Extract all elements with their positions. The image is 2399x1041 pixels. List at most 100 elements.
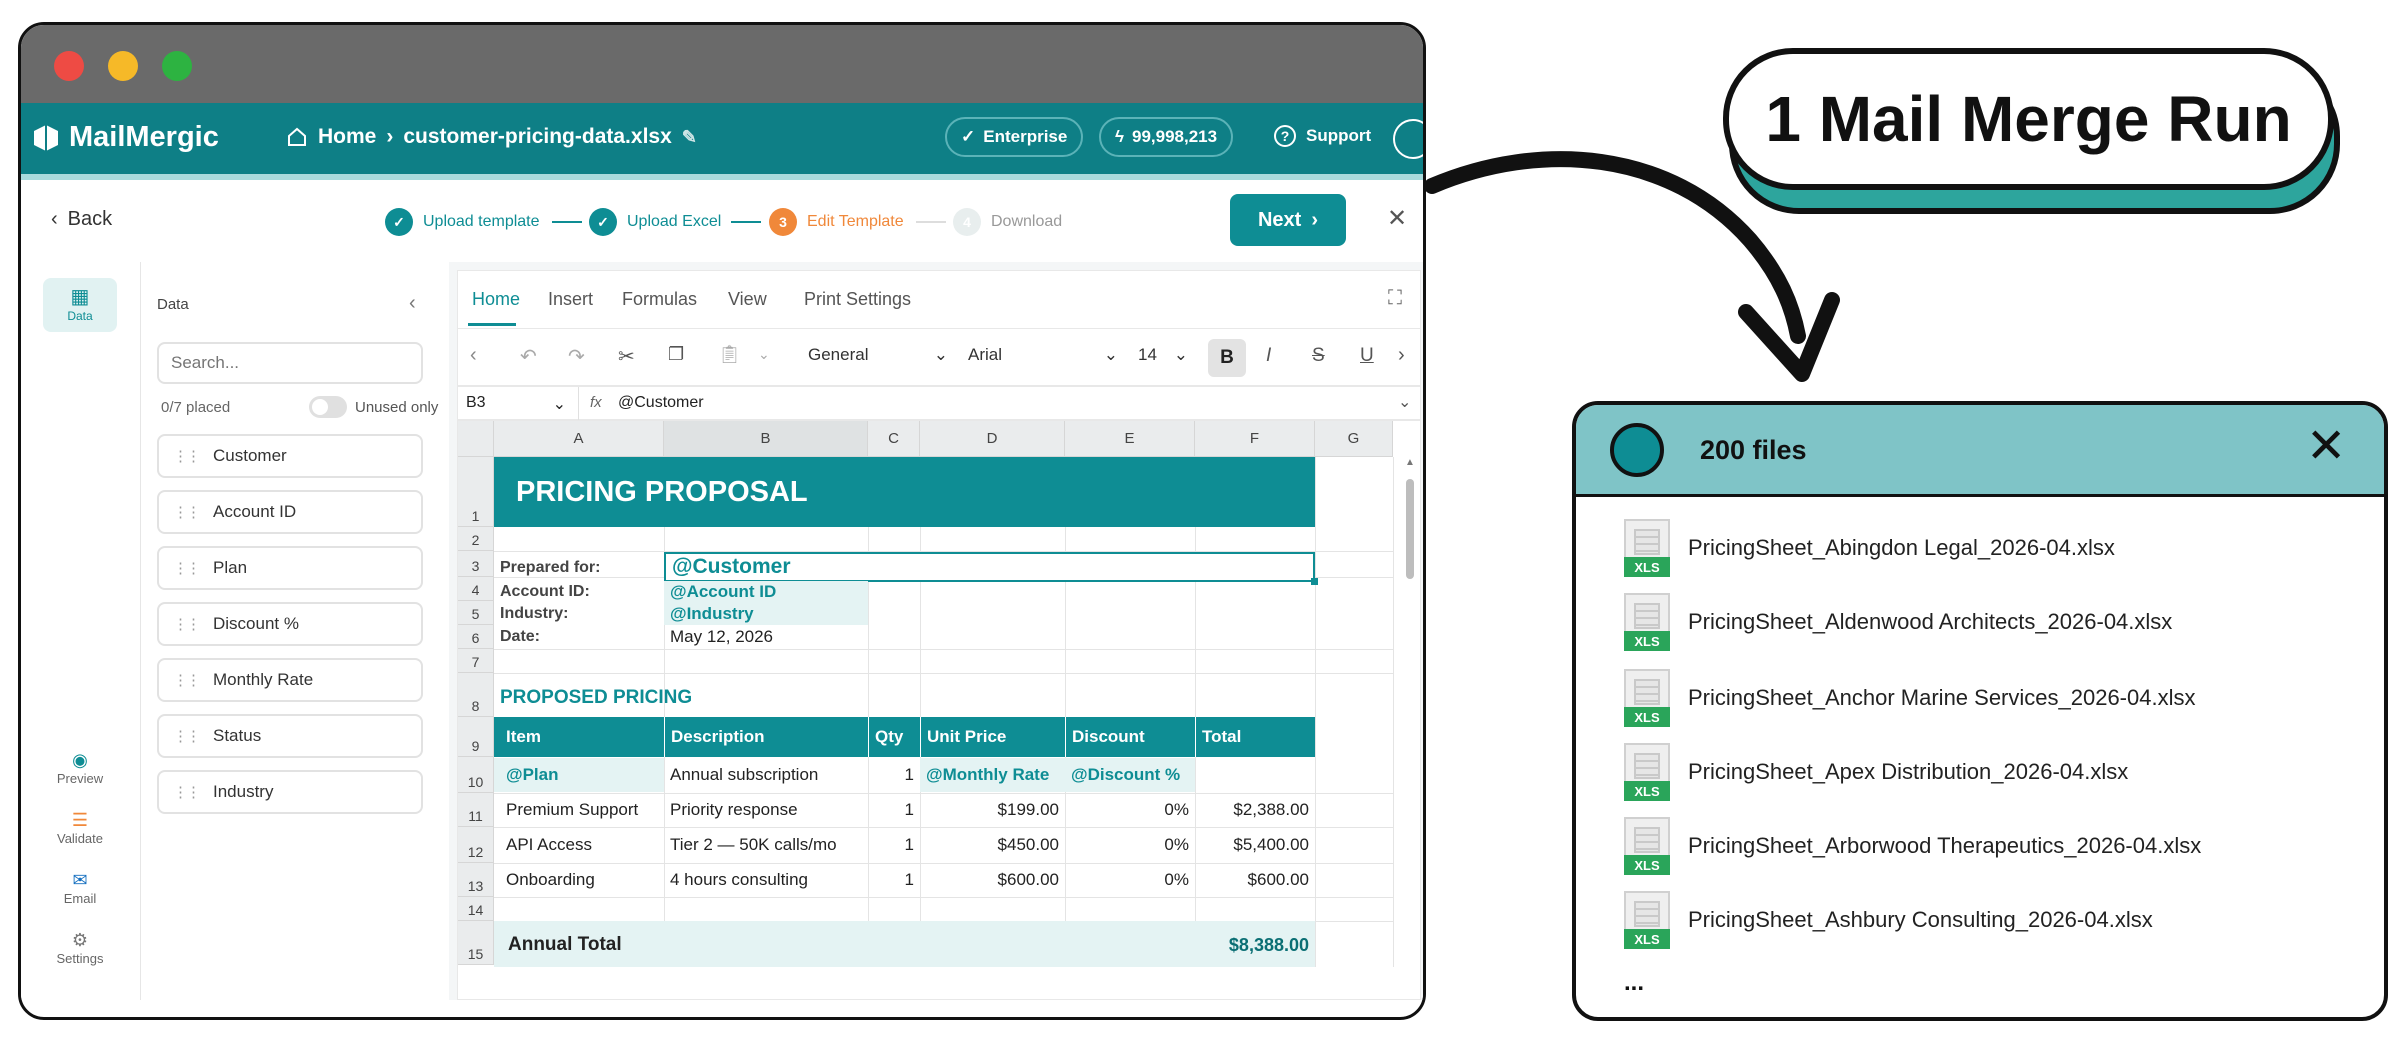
font-size-select[interactable]: 14 ⌄ bbox=[1138, 345, 1188, 365]
column-header[interactable]: B bbox=[664, 421, 868, 457]
field-search-input[interactable] bbox=[157, 342, 423, 384]
table-cell[interactable]: $600.00 bbox=[920, 863, 1065, 897]
step-upload-excel[interactable]: ✓ Upload Excel bbox=[589, 208, 721, 236]
table-cell[interactable]: $5,400.00 bbox=[1195, 828, 1315, 862]
date-value[interactable]: May 12, 2026 bbox=[664, 626, 868, 648]
field-item[interactable]: ⋮⋮ Customer bbox=[157, 434, 423, 478]
table-cell[interactable]: 1 bbox=[868, 758, 920, 792]
strikethrough-button[interactable]: S bbox=[1312, 345, 1325, 367]
account-label[interactable]: Account ID: bbox=[494, 581, 664, 603]
date-label[interactable]: Date: bbox=[494, 626, 664, 648]
cut-icon[interactable]: ✂ bbox=[618, 344, 635, 369]
section-title[interactable]: PROPOSED PRICING bbox=[494, 683, 894, 713]
sheet-grid[interactable]: A B C D E F G 1 2 3 4 5 6 7 8 9 10 11 12… bbox=[457, 420, 1421, 1000]
row-header[interactable]: 10 bbox=[458, 757, 494, 793]
row-header[interactable]: 1 bbox=[458, 457, 494, 527]
drag-handle-icon[interactable]: ⋮⋮ bbox=[173, 727, 201, 745]
copy-icon[interactable]: ❐ bbox=[668, 344, 684, 365]
industry-label[interactable]: Industry: bbox=[494, 603, 664, 625]
breadcrumb-home[interactable]: Home bbox=[318, 125, 376, 149]
tab-home[interactable]: Home bbox=[472, 289, 520, 310]
field-item[interactable]: ⋮⋮ Monthly Rate bbox=[157, 658, 423, 702]
step-edit-template[interactable]: 3 Edit Template bbox=[769, 208, 904, 236]
drag-handle-icon[interactable]: ⋮⋮ bbox=[173, 503, 201, 521]
row-header[interactable]: 5 bbox=[458, 601, 494, 625]
rail-item-preview[interactable]: ◉ Preview bbox=[21, 750, 139, 786]
scroll-left-icon[interactable]: ‹ bbox=[470, 344, 477, 367]
collapse-panel-icon[interactable]: ‹ bbox=[409, 292, 416, 315]
file-item[interactable]: XLS PricingSheet_Arborwood Therapeutics_… bbox=[1624, 817, 2201, 875]
table-cell[interactable]: Annual subscription bbox=[664, 758, 868, 792]
column-header[interactable]: C bbox=[868, 421, 920, 457]
paste-dropdown-icon[interactable]: ⌄ bbox=[758, 346, 770, 363]
table-cell[interactable]: 1 bbox=[868, 793, 920, 827]
selection-handle[interactable] bbox=[1311, 578, 1318, 585]
prepared-for-cell-selected[interactable]: @Customer bbox=[664, 552, 1315, 582]
field-item[interactable]: ⋮⋮ Status bbox=[157, 714, 423, 758]
table-cell[interactable]: 4 hours consulting bbox=[664, 863, 868, 897]
column-header[interactable]: F bbox=[1195, 421, 1315, 457]
table-header[interactable]: Qty bbox=[868, 717, 920, 757]
rail-item-email[interactable]: ✉ Email bbox=[21, 870, 139, 906]
next-button[interactable]: Next › bbox=[1230, 194, 1346, 246]
plan-badge[interactable]: ✓ Enterprise bbox=[945, 117, 1084, 157]
drag-handle-icon[interactable]: ⋮⋮ bbox=[173, 559, 201, 577]
drag-handle-icon[interactable]: ⋮⋮ bbox=[173, 783, 201, 801]
sheet-title[interactable]: PRICING PROPOSAL bbox=[494, 457, 1315, 527]
cell-reference[interactable]: B3 ⌄ bbox=[466, 394, 566, 414]
table-cell[interactable]: @Plan bbox=[494, 758, 664, 792]
bold-button[interactable]: B bbox=[1208, 339, 1246, 377]
table-cell[interactable]: 1 bbox=[868, 828, 920, 862]
row-header[interactable]: 2 bbox=[458, 527, 494, 551]
annual-total-value[interactable]: $8,388.00 bbox=[1195, 925, 1315, 965]
row-header[interactable]: 7 bbox=[458, 649, 494, 673]
table-cell[interactable]: @Monthly Rate bbox=[920, 758, 1065, 792]
table-header[interactable]: Discount bbox=[1065, 717, 1195, 757]
annual-total-label[interactable]: Annual Total bbox=[494, 925, 894, 965]
column-header[interactable]: D bbox=[920, 421, 1065, 457]
row-header[interactable]: 8 bbox=[458, 673, 494, 717]
table-header[interactable]: Unit Price bbox=[920, 717, 1065, 757]
expand-formula-icon[interactable]: ⌄ bbox=[1398, 392, 1411, 412]
table-header[interactable]: Total bbox=[1195, 717, 1315, 757]
brand-logo[interactable]: MailMergic bbox=[31, 121, 219, 154]
table-cell[interactable]: Tier 2 — 50K calls/mo bbox=[664, 828, 868, 862]
font-select[interactable]: Arial ⌄ bbox=[968, 345, 1118, 365]
field-item[interactable]: ⋮⋮ Discount % bbox=[157, 602, 423, 646]
credits-badge[interactable]: ϟ 99,998,213 bbox=[1099, 117, 1234, 157]
file-item[interactable]: XLS PricingSheet_Apex Distribution_2026-… bbox=[1624, 743, 2128, 801]
close-icon[interactable]: ✕ bbox=[1387, 204, 1407, 233]
back-button[interactable]: ‹ Back bbox=[51, 208, 112, 231]
unused-only-toggle[interactable] bbox=[309, 396, 347, 418]
undo-icon[interactable]: ↶ bbox=[520, 344, 537, 369]
file-item[interactable]: XLS PricingSheet_Abingdon Legal_2026-04.… bbox=[1624, 519, 2115, 577]
table-cell[interactable]: $199.00 bbox=[920, 793, 1065, 827]
edit-pencil-icon[interactable]: ✎ bbox=[682, 127, 697, 148]
table-cell[interactable]: Priority response bbox=[664, 793, 868, 827]
table-header[interactable]: Description bbox=[664, 717, 868, 757]
tab-insert[interactable]: Insert bbox=[548, 289, 593, 310]
row-header[interactable]: 11 bbox=[458, 793, 494, 827]
drag-handle-icon[interactable]: ⋮⋮ bbox=[173, 671, 201, 689]
formula-input[interactable]: @Customer bbox=[618, 394, 704, 412]
step-upload-template[interactable]: ✓ Upload template bbox=[385, 208, 540, 236]
table-cell[interactable]: API Access bbox=[494, 828, 664, 862]
column-header[interactable]: G bbox=[1315, 421, 1393, 457]
row-header[interactable]: 3 bbox=[458, 551, 494, 577]
select-all-corner[interactable] bbox=[458, 421, 494, 457]
table-header[interactable]: Item bbox=[494, 717, 664, 757]
step-download[interactable]: 4 Download bbox=[953, 208, 1062, 236]
close-window-button[interactable] bbox=[54, 51, 84, 81]
rail-item-settings[interactable]: ⚙ Settings bbox=[21, 930, 139, 966]
row-header[interactable]: 12 bbox=[458, 827, 494, 863]
field-item[interactable]: ⋮⋮ Account ID bbox=[157, 490, 423, 534]
redo-icon[interactable]: ↷ bbox=[568, 344, 585, 369]
table-cell[interactable]: Onboarding bbox=[494, 863, 664, 897]
table-cell[interactable]: @Discount % bbox=[1065, 758, 1195, 792]
field-item[interactable]: ⋮⋮ Industry bbox=[157, 770, 423, 814]
minimize-window-button[interactable] bbox=[108, 51, 138, 81]
field-item[interactable]: ⋮⋮ Plan bbox=[157, 546, 423, 590]
prepared-for-label[interactable]: Prepared for: bbox=[494, 551, 664, 577]
tab-view[interactable]: View bbox=[728, 289, 767, 310]
paste-icon[interactable]: 📋︎ bbox=[718, 344, 741, 365]
